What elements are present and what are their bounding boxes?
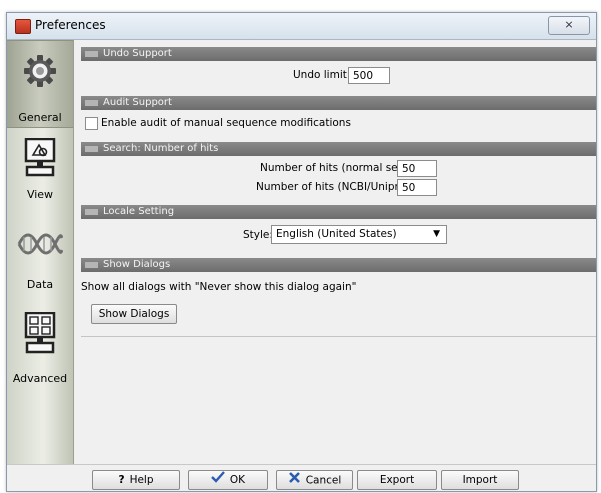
question-icon: ?: [118, 474, 125, 486]
show-dialogs-description: Show all dialogs with "Never show this d…: [81, 281, 357, 293]
sidebar-item-general[interactable]: General: [7, 40, 73, 128]
cancel-label: Cancel: [305, 474, 342, 487]
locale-style-value: English (United States): [276, 228, 397, 240]
section-header-search: Search: Number of hits: [81, 142, 596, 156]
ok-label: OK: [229, 474, 246, 486]
sidebar-item-advanced[interactable]: Advanced: [7, 308, 73, 394]
hits-ncbi-label: Number of hits (NCBI/Uniprot):: [256, 181, 417, 193]
cancel-x-icon: [288, 471, 301, 490]
hits-normal-field[interactable]: 50: [397, 160, 437, 177]
locale-style-label: Style:: [243, 229, 273, 241]
dialog-button-bar: ? Help OK Cancel Export Import: [7, 464, 596, 491]
gear-icon: [23, 54, 57, 91]
advanced-monitor-icon: [23, 311, 57, 359]
sidebar-item-label: Advanced: [12, 372, 68, 385]
section-header-audit: Audit Support: [81, 96, 596, 110]
section-divider: [81, 336, 596, 337]
section-title: Search: Number of hits: [103, 143, 219, 154]
section-grip-icon: [85, 100, 98, 106]
section-grip-icon: [85, 262, 98, 268]
locale-style-dropdown[interactable]: English (United States) ▼: [271, 225, 447, 244]
help-label: Help: [129, 474, 154, 486]
cancel-button[interactable]: Cancel: [276, 470, 353, 490]
sidebar-item-label: General: [18, 111, 62, 124]
section-title: Show Dialogs: [103, 259, 171, 270]
ok-button[interactable]: OK: [188, 470, 268, 490]
sidebar-item-label: Data: [26, 278, 54, 291]
dna-icon: [17, 232, 64, 259]
show-dialogs-button[interactable]: Show Dialogs: [91, 304, 177, 324]
window-title: Preferences: [35, 18, 106, 32]
section-grip-icon: [85, 209, 98, 215]
enable-audit-checkbox[interactable]: [85, 117, 98, 130]
help-button[interactable]: ? Help: [92, 470, 180, 490]
undo-limit-field[interactable]: 500: [348, 67, 390, 84]
section-title: Audit Support: [103, 97, 172, 108]
section-header-undo: Undo Support: [81, 47, 596, 61]
import-button[interactable]: Import: [441, 470, 519, 490]
section-title: Locale Setting: [103, 206, 175, 217]
sidebar-item-label: View: [26, 188, 54, 201]
title-bar: Preferences ⨯: [7, 13, 596, 40]
section-header-locale: Locale Setting: [81, 205, 596, 219]
checkmark-icon: [211, 471, 225, 489]
sidebar: General View Data Advanced: [7, 40, 74, 464]
section-title: Undo Support: [103, 48, 172, 59]
close-button[interactable]: ⨯: [548, 16, 590, 35]
undo-limit-label: Undo limit:: [293, 69, 351, 81]
section-header-dialogs: Show Dialogs: [81, 258, 596, 272]
preferences-window: Preferences ⨯ General View Data Advanced…: [6, 12, 597, 492]
enable-audit-label: Enable audit of manual sequence modifica…: [101, 117, 351, 129]
export-button[interactable]: Export: [357, 470, 437, 490]
chevron-down-icon: ▼: [433, 229, 440, 239]
section-grip-icon: [85, 146, 98, 152]
sidebar-item-data[interactable]: Data: [7, 220, 73, 300]
hits-ncbi-field[interactable]: 50: [397, 179, 437, 196]
preferences-content: Undo Support Undo limit: 500 Audit Suppo…: [77, 40, 596, 464]
sidebar-item-view[interactable]: View: [7, 134, 73, 214]
section-grip-icon: [85, 51, 98, 57]
app-icon: [15, 19, 31, 34]
monitor-icon: [23, 137, 57, 181]
